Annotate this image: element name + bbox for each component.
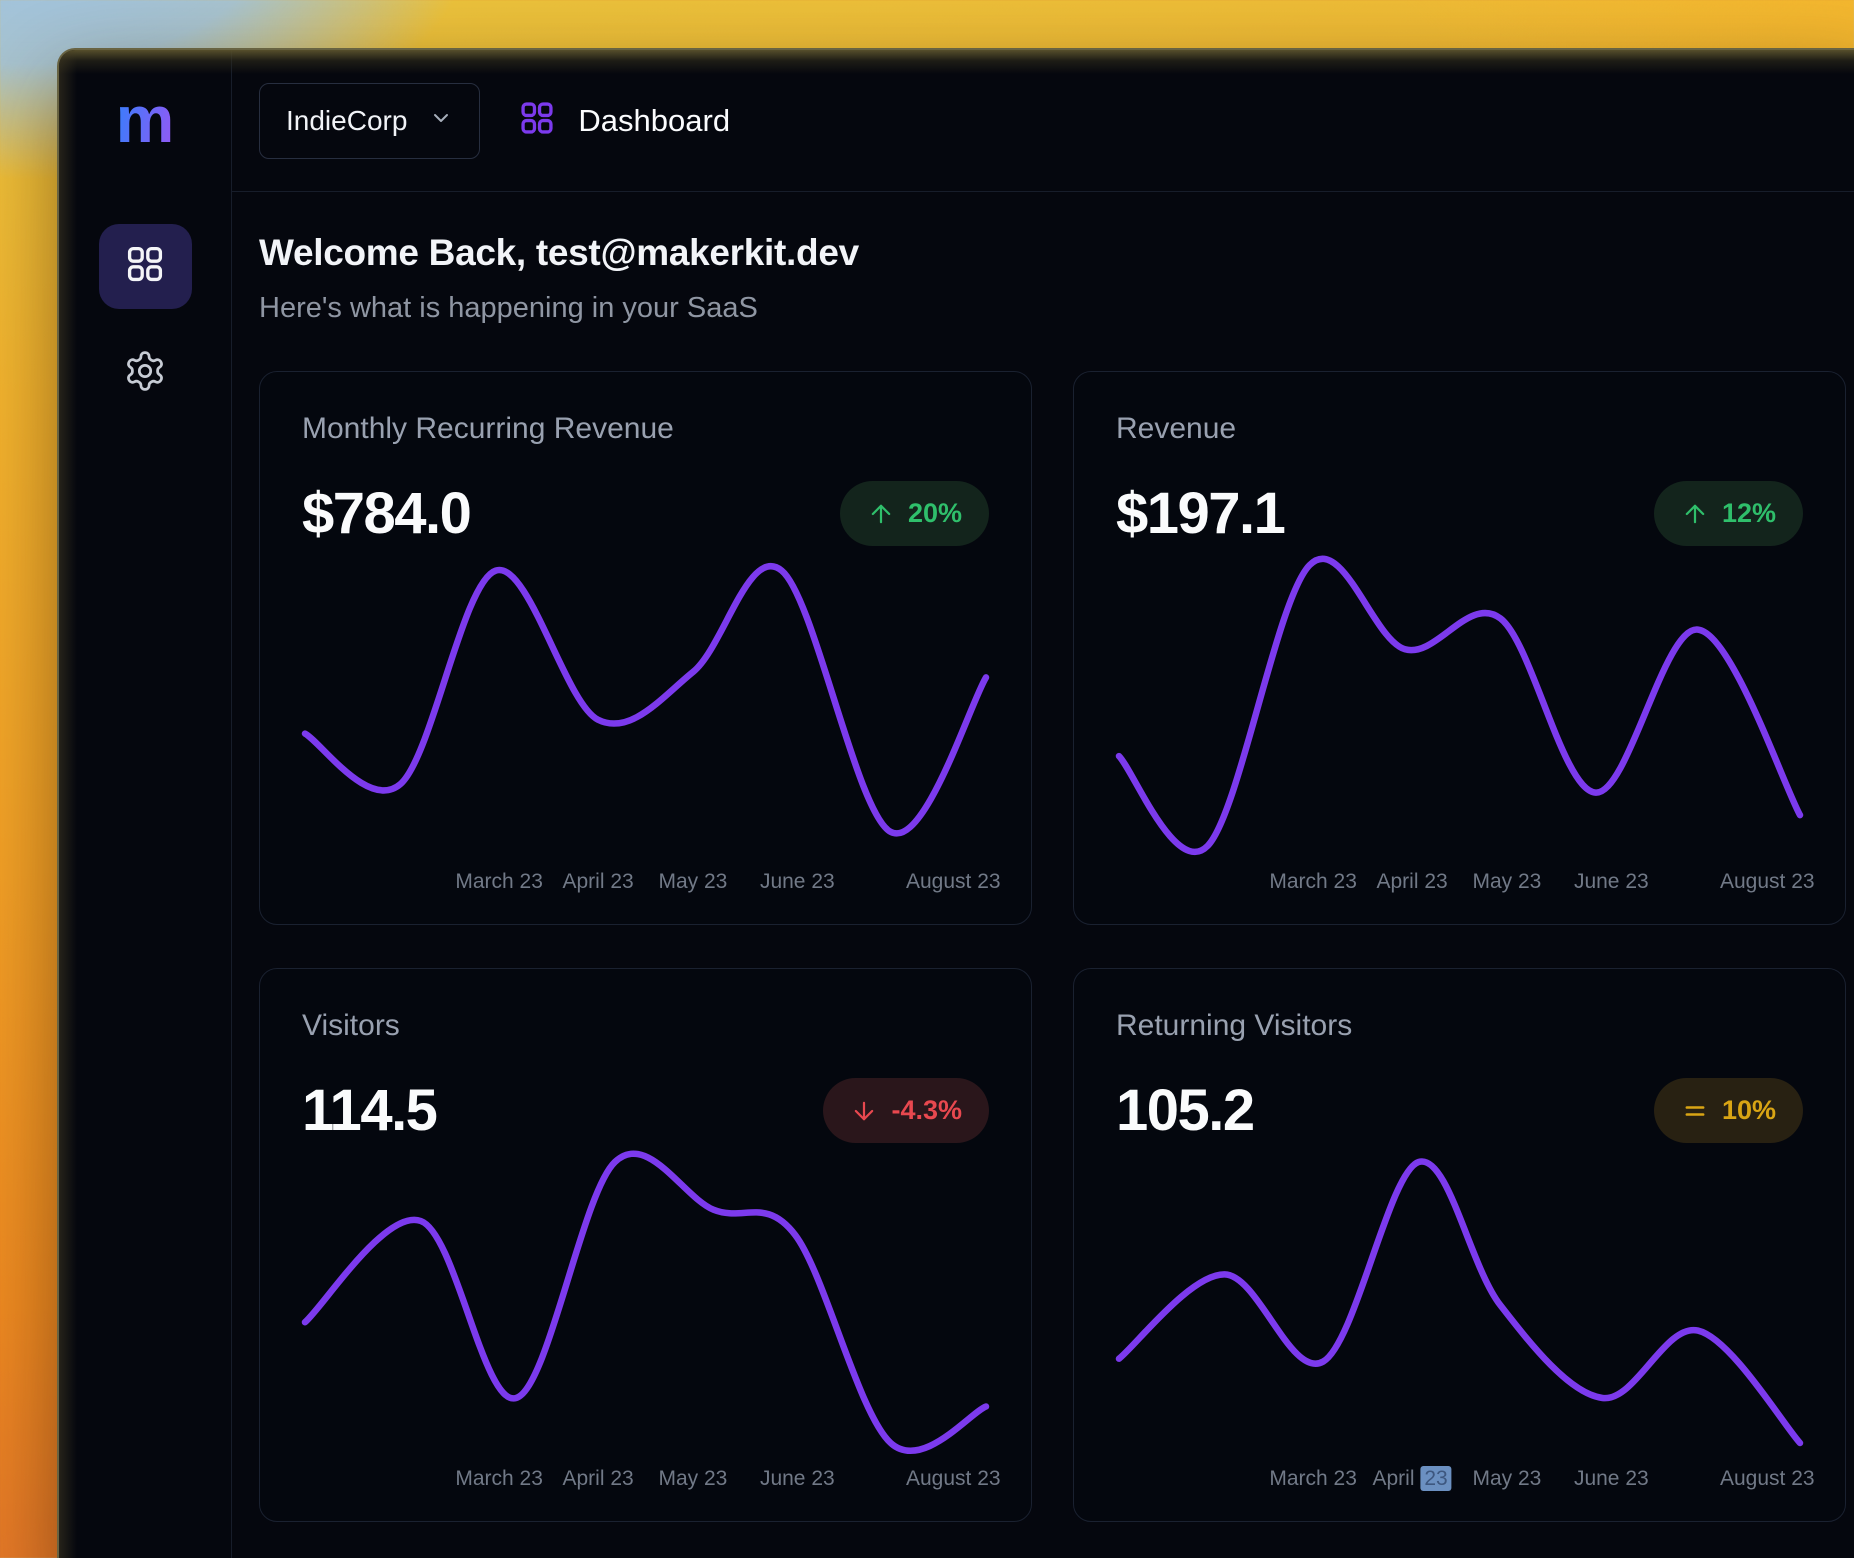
- sidebar-item-settings[interactable]: [99, 331, 192, 416]
- metric-value: 114.5: [302, 1077, 436, 1144]
- line-chart: [1116, 555, 1803, 862]
- welcome-subtitle: Here's what is happening in your SaaS: [259, 292, 1846, 325]
- gear-icon: [123, 349, 167, 398]
- x-axis-tick: August 23: [906, 1467, 1001, 1491]
- trend-badge: -4.3%: [823, 1078, 989, 1143]
- main-area: IndieCorp Dashboard: [232, 50, 1854, 1558]
- x-axis-tick: March 23: [455, 870, 543, 894]
- trend-label: -4.3%: [891, 1095, 962, 1126]
- x-axis-tick: June 23: [760, 1467, 835, 1491]
- trend-label: 12%: [1722, 498, 1776, 529]
- welcome-heading: Welcome Back, test@makerkit.dev: [259, 232, 1846, 274]
- x-axis-tick: May 23: [658, 1467, 727, 1491]
- x-axis-labels: March 23April 23May 23June 23August 23: [1116, 866, 1803, 900]
- x-axis-tick: August 23: [906, 870, 1001, 894]
- x-axis-labels: March 23April 23May 23June 23August 23: [302, 866, 989, 900]
- value-row: 105.2 10%: [1116, 1077, 1803, 1144]
- team-selector-label: IndieCorp: [286, 105, 407, 137]
- x-axis-tick: April 23: [1376, 870, 1447, 894]
- metric-value: $197.1: [1116, 480, 1284, 547]
- metric-value: 105.2: [1116, 1077, 1254, 1144]
- x-axis-tick: April 23: [562, 870, 633, 894]
- card-title: Returning Visitors: [1116, 1009, 1803, 1043]
- x-axis-tick: April 23: [1372, 1467, 1451, 1491]
- value-row: 114.5 -4.3%: [302, 1077, 989, 1144]
- equals-icon: [1681, 1097, 1709, 1125]
- x-axis-tick: August 23: [1720, 870, 1815, 894]
- arrow-up-icon: [867, 500, 895, 528]
- grid-icon: [124, 243, 166, 290]
- selection-highlight: 23: [1420, 1466, 1451, 1491]
- card-title: Revenue: [1116, 412, 1803, 446]
- value-row: $197.1 12%: [1116, 480, 1803, 547]
- line-chart: [302, 1152, 989, 1459]
- app-window: m IndieCorp: [57, 48, 1854, 1558]
- trend-badge: 12%: [1654, 481, 1803, 546]
- arrow-down-icon: [850, 1097, 878, 1125]
- x-axis-tick: March 23: [1269, 1467, 1357, 1491]
- card-title: Monthly Recurring Revenue: [302, 412, 989, 446]
- trend-label: 10%: [1722, 1095, 1776, 1126]
- card-revenue: Revenue $197.1 12% March 23 April 23 May 2…: [1073, 371, 1846, 925]
- arrow-up-icon: [1681, 500, 1709, 528]
- card-monthly-recurring-revenue: Monthly Recurring Revenue $784.0 20% Mar…: [259, 371, 1032, 925]
- team-selector-button[interactable]: IndieCorp: [259, 83, 480, 159]
- dashboard-content: Welcome Back, test@makerkit.dev Here's w…: [232, 192, 1854, 1558]
- page-header: Dashboard: [518, 99, 730, 142]
- trend-badge: 20%: [840, 481, 989, 546]
- value-row: $784.0 20%: [302, 480, 989, 547]
- x-axis-labels: March 23April 23May 23June 23August 23: [302, 1463, 989, 1497]
- card-returning-visitors: Returning Visitors 105.2 10% March 23 Apr…: [1073, 968, 1846, 1522]
- metric-cards-grid: Monthly Recurring Revenue $784.0 20% Mar…: [259, 371, 1846, 1522]
- grid-icon: [518, 99, 556, 142]
- x-axis-tick: June 23: [760, 870, 835, 894]
- x-axis-tick: March 23: [455, 1467, 543, 1491]
- x-axis-labels: March 23April 23May 23June 23August 23: [1116, 1463, 1803, 1497]
- x-axis-tick: May 23: [1472, 870, 1541, 894]
- x-axis-tick: May 23: [658, 870, 727, 894]
- trend-badge: 10%: [1654, 1078, 1803, 1143]
- x-axis-tick: August 23: [1720, 1467, 1815, 1491]
- sidebar: m: [59, 50, 232, 1558]
- card-title: Visitors: [302, 1009, 989, 1043]
- x-axis-tick: June 23: [1574, 1467, 1649, 1491]
- page-title: Dashboard: [578, 103, 730, 139]
- x-axis-tick: March 23: [1269, 870, 1357, 894]
- x-axis-tick: May 23: [1472, 1467, 1541, 1491]
- x-axis-tick: June 23: [1574, 870, 1649, 894]
- trend-label: 20%: [908, 498, 962, 529]
- metric-value: $784.0: [302, 480, 470, 547]
- chevron-down-icon: [429, 105, 453, 137]
- sidebar-item-dashboard[interactable]: [99, 224, 192, 309]
- topbar: IndieCorp Dashboard: [232, 50, 1854, 192]
- x-axis-tick: April 23: [562, 1467, 633, 1491]
- line-chart: [1116, 1152, 1803, 1459]
- card-visitors: Visitors 114.5 -4.3% March 23 April 23 May…: [259, 968, 1032, 1522]
- makerkit-logo: m: [116, 86, 175, 152]
- line-chart: [302, 555, 989, 862]
